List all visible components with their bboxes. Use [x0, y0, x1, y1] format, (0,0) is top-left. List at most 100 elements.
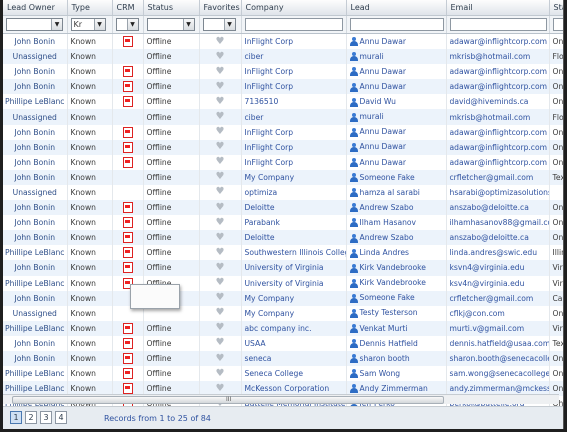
heart-icon[interactable]: ♥ [216, 322, 225, 333]
table-row[interactable]: John Bonin Known Offline ♥ Deloitte Andrew Sz… [3, 230, 563, 246]
lead-cell[interactable]: murali [346, 109, 447, 125]
heart-icon[interactable]: ♥ [216, 111, 225, 122]
company-cell[interactable]: Deloitte [241, 200, 347, 216]
lead-cell[interactable]: hamza al sarabi [346, 184, 447, 201]
status-filter-select[interactable]: ▼ [146, 18, 195, 31]
company-cell[interactable]: My Company [241, 169, 347, 185]
table-row[interactable]: John Bonin Known Offline ♥ InFlight Corp Annu… [3, 64, 563, 80]
page-4-button[interactable]: 4 [55, 411, 67, 424]
table-row[interactable]: John Bonin Known ♥ My Company Someone Fake cr… [3, 290, 563, 306]
company-cell[interactable]: My Company [241, 290, 347, 306]
page-3-button[interactable]: 3 [40, 411, 52, 424]
table-row[interactable]: Unassigned Known Offline ♥ ciber murali mkrisb… [3, 109, 563, 125]
heart-icon[interactable]: ♥ [216, 96, 225, 107]
company-cell[interactable]: InFlight Corp [241, 154, 347, 170]
table-row[interactable]: Phillipe LeBlanc Known Offline ♥ abc company… [3, 320, 563, 336]
heart-icon[interactable]: ♥ [216, 353, 225, 364]
email-cell[interactable]: ilhamhasanov88@gmail.com [446, 215, 550, 231]
lead-owner-cell[interactable]: John Bonin [3, 169, 68, 185]
lead-owner-cell[interactable]: John Bonin [3, 335, 68, 351]
heart-icon[interactable]: ♥ [216, 171, 225, 182]
company-cell[interactable]: InFlight Corp [241, 79, 347, 95]
lead-owner-cell[interactable]: Phillipe LeBlanc [3, 245, 68, 261]
company-cell[interactable]: seneca [241, 350, 347, 367]
type-filter-select[interactable]: Kr ▼ [70, 18, 106, 31]
table-row[interactable]: John Bonin Known Offline ♥ Parabank Ilham Has… [3, 215, 563, 231]
lead-cell[interactable]: Someone Fake [346, 290, 447, 306]
email-cell[interactable]: anszabo@deloitte.ca [446, 200, 550, 216]
lead-cell[interactable]: Annu Dawar [346, 33, 447, 50]
lead-owner-cell[interactable]: Phillipe LeBlanc [3, 366, 68, 382]
crm-icon[interactable] [122, 217, 133, 229]
lead-owner-cell[interactable]: Unassigned [3, 184, 68, 201]
company-cell[interactable]: University of Virginia [241, 260, 347, 276]
company-cell[interactable]: abc company inc. [241, 320, 347, 336]
heart-icon[interactable]: ♥ [216, 126, 225, 137]
heart-icon[interactable]: ♥ [216, 36, 225, 47]
company-cell[interactable]: Parabank [241, 215, 347, 231]
lead-cell[interactable]: Annu Dawar [346, 139, 447, 155]
state-filter-input[interactable] [552, 18, 563, 31]
crm-icon[interactable] [122, 368, 133, 380]
table-row[interactable]: John Bonin Known Offline ♥ InFlight Corp Annu… [3, 124, 563, 140]
lead-owner-cell[interactable]: John Bonin [3, 139, 68, 155]
lead-cell[interactable]: Linda Andres [346, 245, 447, 261]
lead-cell[interactable]: Sam Wong [346, 366, 447, 382]
email-cell[interactable]: adawar@inflightcorp.com [446, 33, 550, 50]
page-2-button[interactable]: 2 [25, 411, 37, 424]
heart-icon[interactable]: ♥ [216, 368, 225, 379]
company-cell[interactable]: Seneca College [241, 366, 347, 382]
lead-owner-cell[interactable]: Unassigned [3, 109, 68, 125]
lead-owner-cell[interactable]: John Bonin [3, 350, 68, 367]
table-row[interactable]: Unassigned Known Offline ♥ optimiza hamza al … [3, 184, 563, 201]
lead-owner-cell[interactable]: John Bonin [3, 215, 68, 231]
company-cell[interactable]: ciber [241, 49, 347, 65]
crm-icon[interactable] [122, 353, 133, 365]
table-row[interactable]: Phillipe LeBlanc Known Offline ♥ 7136510 Davi… [3, 94, 563, 110]
lead-owner-cell[interactable]: John Bonin [3, 230, 68, 246]
email-cell[interactable]: david@hiveminds.ca [446, 94, 550, 110]
company-cell[interactable]: My Company [241, 305, 347, 321]
email-cell[interactable]: crfletcher@gmail.com [446, 169, 550, 185]
heart-icon[interactable]: ♥ [216, 141, 225, 152]
company-cell[interactable]: University of Virginia [241, 275, 347, 291]
heart-icon[interactable]: ♥ [216, 156, 225, 167]
email-cell[interactable]: anszabo@deloitte.ca [446, 230, 550, 246]
heart-icon[interactable]: ♥ [216, 307, 225, 318]
company-cell[interactable]: Southwestern Illinois College [241, 245, 347, 261]
lead-cell[interactable]: Venkat Murti [346, 320, 447, 336]
horizontal-scrollbar[interactable]: III [3, 394, 559, 404]
table-row[interactable]: John Bonin Known Offline ♥ USAA Dennis Hatfie… [3, 335, 563, 351]
lead-cell[interactable]: murali [346, 49, 447, 65]
lead-owner-cell[interactable]: Unassigned [3, 305, 68, 321]
col-header-crm[interactable]: CRM [112, 0, 144, 16]
table-row[interactable]: John Bonin Known Offline ♥ Deloitte Andrew Sz… [3, 200, 563, 216]
lead-owner-cell[interactable]: John Bonin [3, 290, 68, 306]
crm-icon[interactable] [122, 96, 133, 108]
lead-cell[interactable]: Testy Testerson [346, 305, 447, 321]
email-cell[interactable]: adawar@inflightcorp.com [446, 79, 550, 95]
crm-icon[interactable] [122, 247, 133, 259]
table-row[interactable]: Phillipe LeBlancKnownOffline♥University … [3, 275, 563, 291]
crm-icon[interactable] [122, 383, 133, 395]
col-header-lead-owner[interactable]: Lead Owner [3, 0, 68, 16]
company-cell[interactable]: InFlight Corp [241, 64, 347, 80]
lead-owner-cell[interactable]: John Bonin [3, 260, 68, 276]
crm-icon[interactable] [122, 156, 133, 168]
lead-owner-cell[interactable]: Phillipe LeBlanc [3, 320, 68, 336]
lead-owner-cell[interactable]: Phillipe LeBlanc [3, 94, 68, 110]
col-header-company[interactable]: Company [241, 0, 347, 16]
heart-icon[interactable]: ♥ [216, 51, 225, 62]
heart-icon[interactable]: ♥ [216, 383, 225, 394]
lead-owner-cell[interactable]: John Bonin [3, 64, 68, 80]
email-cell[interactable]: sam.wong@senecacollege.ca [446, 366, 550, 382]
heart-icon[interactable]: ♥ [216, 337, 225, 348]
table-row[interactable]: John Bonin Known Offline ♥ University of Vir… [3, 260, 563, 276]
col-header-state[interactable]: Sta [549, 0, 563, 16]
lead-owner-cell[interactable]: John Bonin [3, 154, 68, 170]
company-cell[interactable]: USAA [241, 335, 347, 351]
email-cell[interactable]: ksv4n@virginia.edu [446, 275, 550, 291]
crm-icon[interactable] [122, 322, 133, 334]
crm-icon[interactable] [122, 202, 133, 214]
heart-icon[interactable]: ♥ [216, 202, 225, 213]
